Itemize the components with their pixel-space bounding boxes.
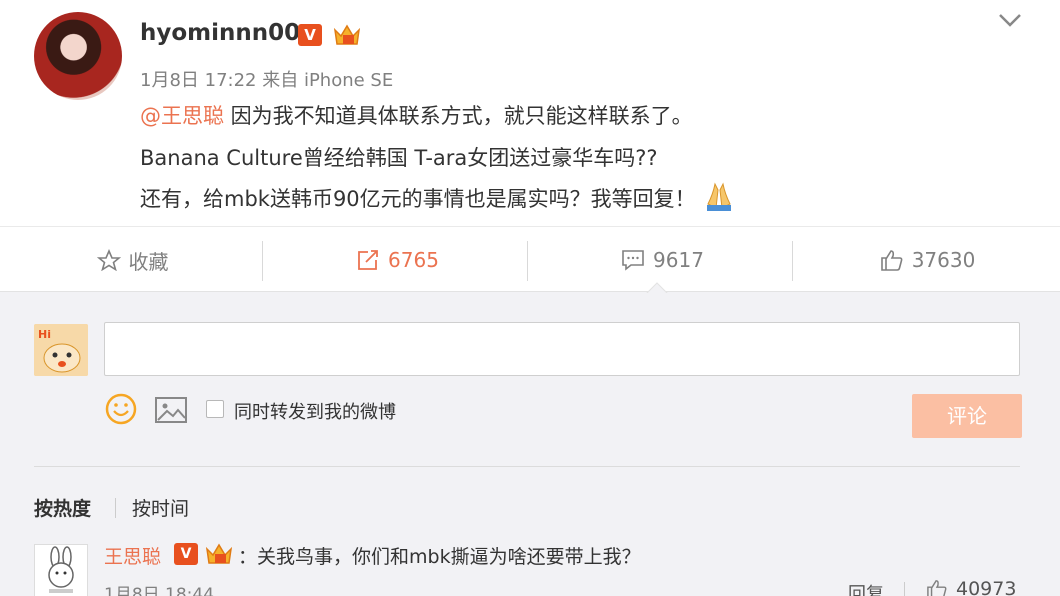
forward-checkbox[interactable]	[206, 400, 224, 418]
sort-divider	[115, 498, 116, 518]
forward-label: 同时转发到我的微博	[234, 402, 396, 423]
post-meta: 1月8日 17:22 来自 iPhone SE	[140, 70, 394, 91]
submit-comment-button[interactable]: 评论	[912, 394, 1022, 438]
like-count: 37630	[911, 248, 976, 272]
action-divider	[262, 241, 263, 281]
emoji-icon[interactable]	[104, 392, 138, 426]
comment-caret-icon	[646, 282, 668, 294]
comment-text: ：关我鸟事，你们和mbk撕逼为啥还要带上我？	[238, 546, 641, 568]
mention-link[interactable]: @王思聪	[140, 104, 224, 128]
comment-icon	[622, 250, 644, 271]
repost-button[interactable]: 6765	[265, 227, 530, 293]
rabbit-avatar-icon	[48, 546, 74, 593]
repost-count: 6765	[388, 248, 439, 272]
post-text-line-1: @王思聪 因为我不知道具体联系方式，就只能这样联系了。	[140, 100, 693, 130]
comment-section: Hi 同时转发到我的微博 评论 按热度 按时间 王思聪 V ：关我鸟事，你们和m…	[0, 291, 1060, 596]
image-icon[interactable]	[154, 396, 188, 424]
current-user-avatar: Hi	[34, 324, 88, 376]
comment-count: 9617	[653, 248, 704, 272]
thumbs-up-icon	[927, 580, 947, 596]
star-icon	[96, 249, 121, 271]
weibo-post: hyominnn00 V 1月8日 17:22 来自 iPhone SE @王思…	[0, 0, 1060, 226]
commenter-username[interactable]: 王思聪	[104, 542, 161, 569]
action-divider	[792, 241, 793, 281]
verified-badge-icon: V	[174, 543, 198, 565]
cartoon-avatar-icon: Hi	[34, 324, 88, 376]
post-text-line-3: 还有，给mbk送韩币90亿元的事情也是属实吗？我等回复！	[140, 180, 736, 213]
comment-action-divider	[904, 582, 905, 596]
sort-by-hot[interactable]: 按热度	[34, 494, 91, 521]
chevron-down-icon[interactable]	[996, 10, 1024, 30]
comment-like-button[interactable]: 40973	[926, 578, 1016, 596]
comment-like-count: 40973	[956, 578, 1017, 596]
comment-input[interactable]	[104, 322, 1020, 376]
repost-icon	[358, 250, 378, 270]
sort-by-time[interactable]: 按时间	[132, 494, 189, 521]
post-text-line-1-body: 因为我不知道具体联系方式，就只能这样联系了。	[224, 104, 693, 128]
comment-time: 1月8日 18:44	[104, 585, 215, 596]
avatar[interactable]	[34, 12, 122, 100]
favorite-label: 收藏	[128, 249, 169, 274]
vip-crown-icon	[333, 24, 361, 45]
commenter-avatar[interactable]	[34, 544, 88, 596]
post-username[interactable]: hyominnn00	[140, 20, 300, 46]
divider	[34, 466, 1020, 467]
verified-badge-icon: V	[298, 24, 322, 46]
post-text-line-2: Banana Culture曾经给韩国 T-ara女团送过豪华车吗??	[140, 146, 658, 170]
pray-emoji-icon	[706, 182, 731, 211]
post-action-bar: 收藏 6765 9617 37630	[0, 226, 1060, 292]
favorite-button[interactable]: 收藏	[0, 227, 265, 293]
post-text-line-3-body: 还有，给mbk送韩币90亿元的事情也是属实吗？我等回复！	[140, 187, 696, 211]
svg-text:Hi: Hi	[38, 328, 51, 341]
like-button[interactable]: 37630	[795, 227, 1060, 293]
thumbs-up-icon	[880, 250, 903, 271]
action-divider	[527, 241, 528, 281]
vip-crown-icon	[205, 543, 233, 564]
reply-button[interactable]: 回复	[848, 580, 884, 596]
